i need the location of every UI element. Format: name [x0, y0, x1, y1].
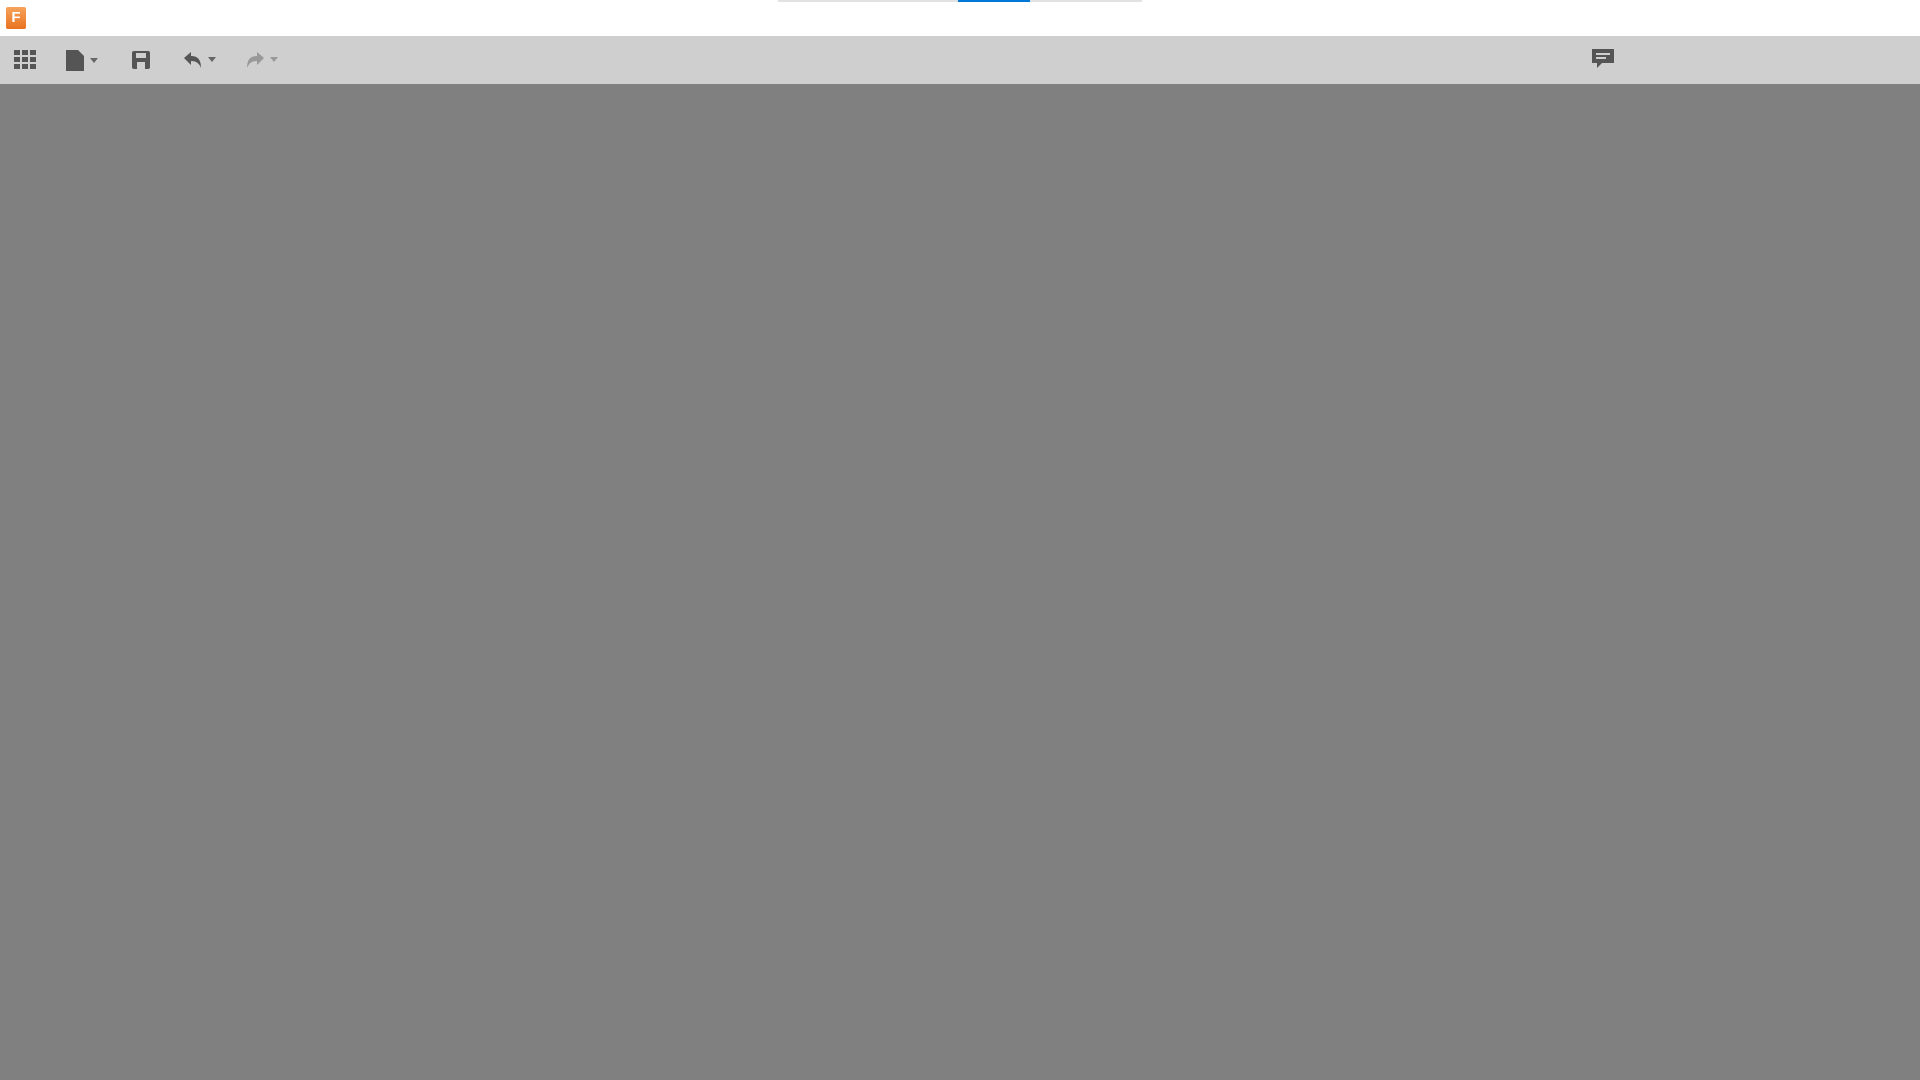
- restore-button[interactable]: [1784, 0, 1842, 36]
- comments-icon[interactable]: [1590, 46, 1620, 74]
- file-menu-icon[interactable]: [60, 46, 104, 74]
- minimize-button[interactable]: [1714, 0, 1772, 36]
- window-title-bar: F: [0, 0, 1920, 36]
- fusion-app-icon: F: [6, 7, 26, 29]
- application-bar: [0, 36, 1920, 84]
- title-progress-indicator: [958, 0, 1030, 2]
- close-window-button[interactable]: [1854, 0, 1912, 36]
- data-panel-grid-icon[interactable]: [10, 46, 40, 74]
- save-icon[interactable]: [126, 46, 156, 74]
- redo-icon[interactable]: [238, 46, 282, 74]
- undo-icon[interactable]: [176, 46, 220, 74]
